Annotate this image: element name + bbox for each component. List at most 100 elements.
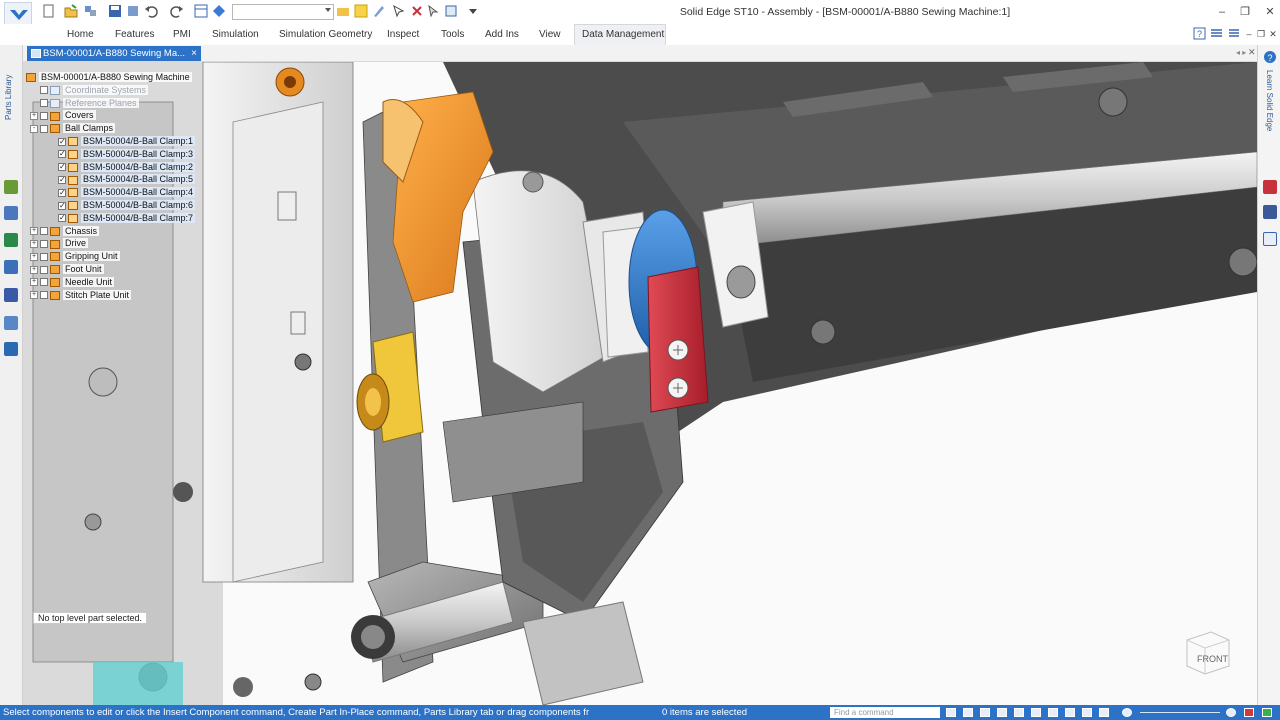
expand-toggle-icon[interactable]: + — [30, 252, 38, 261]
tree-item[interactable]: + Covers — [30, 109, 96, 121]
close-icon[interactable]: ✕ — [1262, 4, 1278, 20]
tree-item[interactable]: - Ball Clamps — [30, 122, 116, 134]
brush-icon[interactable] — [372, 4, 386, 18]
command-finder-input[interactable]: Find a command — [830, 707, 940, 718]
help-book-icon[interactable]: ? — [1193, 27, 1206, 40]
reuse-icon[interactable] — [4, 342, 18, 356]
visibility-checkbox[interactable] — [40, 240, 48, 249]
tab-data-management[interactable]: Data Management — [582, 29, 664, 40]
tree-root[interactable]: BSM-00001/A-B880 Sewing Machine — [26, 71, 192, 83]
visibility-checkbox[interactable] — [58, 148, 66, 160]
visibility-checkbox[interactable] — [40, 112, 48, 121]
visibility-checkbox[interactable] — [58, 212, 66, 224]
view-cube[interactable] — [1181, 628, 1233, 678]
save-icon[interactable] — [108, 4, 122, 18]
delete-icon[interactable] — [410, 4, 424, 18]
tree-item[interactable]: Coordinate Systems — [30, 84, 149, 96]
fit-icon[interactable] — [963, 708, 973, 717]
customize-dropdown-icon[interactable] — [466, 4, 480, 18]
visibility-checkbox[interactable] — [40, 124, 48, 133]
expand-toggle-icon[interactable]: + — [30, 240, 38, 249]
tree-item[interactable]: + Drive — [30, 237, 89, 249]
youtube-icon[interactable] — [1263, 180, 1277, 194]
visibility-checkbox[interactable] — [40, 86, 48, 95]
zoom-area-icon[interactable] — [980, 708, 990, 717]
expand-toggle-icon[interactable]: + — [30, 112, 38, 121]
doc-close-icon[interactable]: ✕ — [1265, 26, 1280, 42]
diamond-icon[interactable] — [212, 4, 226, 18]
new-file-icon[interactable] — [42, 4, 56, 18]
display-style-icon[interactable] — [1099, 708, 1109, 717]
zoom-icon[interactable] — [997, 708, 1007, 717]
tab-scroll-icon[interactable]: ◂ ▸ — [1236, 48, 1246, 57]
expand-toggle-icon[interactable]: + — [30, 278, 38, 287]
visibility-checkbox[interactable] — [40, 252, 48, 261]
facebook-icon[interactable] — [1263, 205, 1277, 219]
tab-home[interactable]: Home — [67, 29, 94, 40]
minimize-icon[interactable]: – — [1214, 4, 1230, 20]
layout-icon[interactable] — [194, 4, 208, 18]
tree-item[interactable]: + Chassis — [30, 225, 100, 237]
parts-library-tab[interactable]: Parts Library — [4, 60, 16, 120]
layout-list-icon[interactable] — [1227, 27, 1240, 40]
shaded-icon[interactable] — [1065, 708, 1075, 717]
tree-item[interactable]: BSM-50004/B-Ball Clamp:6 — [48, 199, 196, 212]
tab-simulation-geometry[interactable]: Simulation Geometry — [279, 29, 372, 40]
visibility-checkbox[interactable] — [58, 200, 66, 212]
visibility-checkbox[interactable] — [58, 161, 66, 173]
select-icon[interactable] — [392, 4, 406, 18]
tab-features[interactable]: Features — [115, 29, 154, 40]
tree-item[interactable]: BSM-50004/B-Ball Clamp:5 — [48, 173, 196, 186]
tree-item[interactable]: BSM-50004/B-Ball Clamp:3 — [48, 148, 196, 160]
tree-item[interactable]: Reference Planes — [30, 97, 139, 109]
move-icon[interactable] — [444, 4, 458, 18]
visibility-checkbox[interactable] — [58, 136, 66, 148]
pan-icon[interactable] — [1014, 708, 1024, 717]
restore-icon[interactable]: ❐ — [1237, 4, 1253, 20]
tab-view[interactable]: View — [539, 29, 561, 40]
open-file-icon[interactable] — [64, 4, 78, 18]
zoom-out-icon[interactable] — [1122, 708, 1132, 717]
tree-item[interactable]: BSM-50004/B-Ball Clamp:7 — [48, 212, 196, 224]
assembly-icon[interactable] — [84, 4, 98, 18]
document-tab-close-icon[interactable]: × — [188, 46, 200, 61]
expand-toggle-icon[interactable]: + — [30, 265, 38, 274]
ribbon-options-icon[interactable] — [1210, 27, 1223, 40]
pointer-icon[interactable] — [426, 4, 440, 18]
tab-simulation[interactable]: Simulation — [212, 29, 259, 40]
family-parts-icon[interactable] — [4, 316, 18, 330]
learn-solid-edge-tab[interactable]: Learn Solid Edge — [1262, 70, 1274, 150]
arrow-icon[interactable] — [946, 708, 956, 717]
layers-icon[interactable] — [4, 206, 18, 220]
tree-item[interactable]: + Needle Unit — [30, 276, 115, 288]
visibility-checkbox[interactable] — [40, 227, 48, 236]
chevron-down-icon[interactable] — [325, 8, 331, 12]
tree-item[interactable]: BSM-50004/B-Ball Clamp:2 — [48, 161, 196, 173]
tab-add-ins[interactable]: Add Ins — [485, 29, 519, 40]
visibility-checkbox[interactable] — [40, 278, 48, 287]
tree-item[interactable]: BSM-50004/B-Ball Clamp:4 — [48, 186, 196, 199]
visibility-checkbox[interactable] — [40, 99, 48, 108]
zoom-in-icon[interactable] — [1226, 708, 1236, 717]
document-tab[interactable]: BSM-00001/A-B880 Sewing Ma... — [27, 46, 201, 61]
visibility-checkbox[interactable] — [58, 174, 66, 186]
highlight-icon[interactable] — [354, 4, 368, 18]
view-orient-icon[interactable] — [1048, 708, 1058, 717]
help-circle-icon[interactable]: ? — [1263, 50, 1277, 64]
tree-item[interactable]: + Stitch Plate Unit — [30, 289, 132, 301]
expand-toggle-icon[interactable]: - — [30, 124, 38, 133]
community-icon[interactable] — [1263, 232, 1277, 246]
select-tools-icon[interactable] — [4, 260, 18, 274]
quick-access-combo[interactable] — [232, 4, 334, 20]
tab-tools[interactable]: Tools — [441, 29, 464, 40]
view-cube-face-label[interactable]: FRONT — [1197, 654, 1228, 664]
feature-library-icon[interactable] — [4, 288, 18, 302]
folder-icon[interactable] — [336, 4, 350, 18]
section-icon[interactable] — [1082, 708, 1092, 717]
expand-toggle-icon[interactable]: + — [30, 291, 38, 300]
save-as-icon[interactable] — [126, 4, 140, 18]
zoom-slider-track[interactable] — [1140, 712, 1220, 713]
undo-icon[interactable] — [144, 4, 158, 18]
tree-item[interactable]: BSM-50004/B-Ball Clamp:1 — [48, 135, 196, 148]
tab-pmi[interactable]: PMI — [173, 29, 191, 40]
